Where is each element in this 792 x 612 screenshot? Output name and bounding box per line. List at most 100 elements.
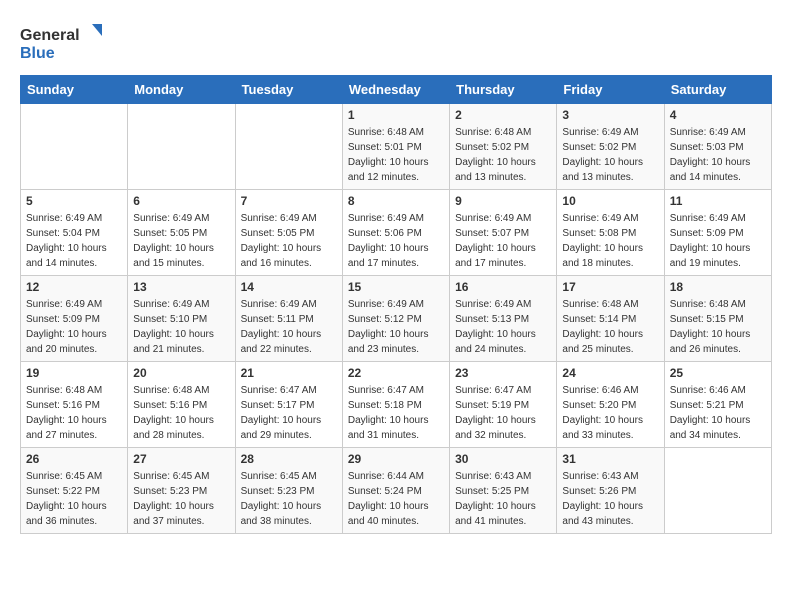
- calendar-cell: 15Sunrise: 6:49 AM Sunset: 5:12 PM Dayli…: [342, 276, 449, 362]
- day-info: Sunrise: 6:49 AM Sunset: 5:10 PM Dayligh…: [133, 297, 229, 357]
- day-info: Sunrise: 6:48 AM Sunset: 5:14 PM Dayligh…: [562, 297, 658, 357]
- calendar-cell: 21 Sunrise: 6:47 AM Sunset: 5:17 PM Dayli…: [235, 362, 342, 448]
- day-number: 8: [348, 194, 444, 208]
- weekday-header: Thursday: [450, 76, 557, 104]
- day-number: 4: [670, 108, 766, 122]
- day-info: Sunrise: 6:49 AM Sunset: 5:02 PM Dayligh…: [562, 125, 658, 185]
- calendar-week-row: 26 Sunrise: 6:45 AM Sunset: 5:22 PM Dayli…: [21, 448, 772, 534]
- calendar-cell: 22 Sunrise: 6:47 AM Sunset: 5:18 PM Dayli…: [342, 362, 449, 448]
- day-info: Sunrise: 6:49 AM Sunset: 5:04 PM Dayligh…: [26, 211, 122, 271]
- day-info: Sunrise: 6:43 AM Sunset: 5:25 PM Dayligh…: [455, 469, 551, 529]
- day-info: Sunrise: 6:49 AM Sunset: 5:09 PM Dayligh…: [26, 297, 122, 357]
- day-number: 29: [348, 452, 444, 466]
- day-number: 23: [455, 366, 551, 380]
- day-number: 9: [455, 194, 551, 208]
- day-number: 31: [562, 452, 658, 466]
- calendar-cell: 13 Sunrise: 6:49 AM Sunset: 5:10 PM Dayli…: [128, 276, 235, 362]
- day-info: Sunrise: 6:49 AM Sunset: 5:05 PM Dayligh…: [241, 211, 337, 271]
- day-number: 24: [562, 366, 658, 380]
- calendar-cell: [128, 104, 235, 190]
- day-info: Sunrise: 6:47 AM Sunset: 5:17 PM Dayligh…: [241, 383, 337, 443]
- calendar-cell: 30 Sunrise: 6:43 AM Sunset: 5:25 PM Dayli…: [450, 448, 557, 534]
- day-number: 11: [670, 194, 766, 208]
- calendar-cell: 17 Sunrise: 6:48 AM Sunset: 5:14 PM Dayli…: [557, 276, 664, 362]
- calendar-cell: 29 Sunrise: 6:44 AM Sunset: 5:24 PM Dayli…: [342, 448, 449, 534]
- weekday-header: Friday: [557, 76, 664, 104]
- calendar-cell: 1 Sunrise: 6:48 AM Sunset: 5:01 PM Daylig…: [342, 104, 449, 190]
- weekday-header-row: SundayMondayTuesdayWednesdayThursdayFrid…: [21, 76, 772, 104]
- day-number: 21: [241, 366, 337, 380]
- calendar-cell: 20Sunrise: 6:48 AM Sunset: 5:16 PM Dayli…: [128, 362, 235, 448]
- day-number: 5: [26, 194, 122, 208]
- day-info: Sunrise: 6:43 AM Sunset: 5:26 PM Dayligh…: [562, 469, 658, 529]
- day-info: Sunrise: 6:48 AM Sunset: 5:02 PM Dayligh…: [455, 125, 551, 185]
- weekday-header: Wednesday: [342, 76, 449, 104]
- calendar-cell: 5 Sunrise: 6:49 AM Sunset: 5:04 PM Daylig…: [21, 190, 128, 276]
- day-number: 14: [241, 280, 337, 294]
- day-info: Sunrise: 6:49 AM Sunset: 5:12 PM Dayligh…: [348, 297, 444, 357]
- day-number: 13: [133, 280, 229, 294]
- day-info: Sunrise: 6:44 AM Sunset: 5:24 PM Dayligh…: [348, 469, 444, 529]
- day-number: 10: [562, 194, 658, 208]
- day-info: Sunrise: 6:49 AM Sunset: 5:08 PM Dayligh…: [562, 211, 658, 271]
- calendar-cell: 23 Sunrise: 6:47 AM Sunset: 5:19 PM Dayli…: [450, 362, 557, 448]
- day-number: 22: [348, 366, 444, 380]
- day-number: 6: [133, 194, 229, 208]
- day-info: Sunrise: 6:49 AM Sunset: 5:09 PM Dayligh…: [670, 211, 766, 271]
- day-info: Sunrise: 6:45 AM Sunset: 5:22 PM Dayligh…: [26, 469, 122, 529]
- page-header: GeneralBlue: [20, 20, 772, 65]
- calendar-cell: 28 Sunrise: 6:45 AM Sunset: 5:23 PM Dayli…: [235, 448, 342, 534]
- day-info: Sunrise: 6:46 AM Sunset: 5:21 PM Dayligh…: [670, 383, 766, 443]
- day-info: Sunrise: 6:48 AM Sunset: 5:16 PM Dayligh…: [26, 383, 122, 443]
- weekday-header: Tuesday: [235, 76, 342, 104]
- day-number: 25: [670, 366, 766, 380]
- day-number: 1: [348, 108, 444, 122]
- day-info: Sunrise: 6:49 AM Sunset: 5:05 PM Dayligh…: [133, 211, 229, 271]
- day-number: 26: [26, 452, 122, 466]
- calendar-cell: 18Sunrise: 6:48 AM Sunset: 5:15 PM Dayli…: [664, 276, 771, 362]
- svg-text:General: General: [20, 27, 80, 44]
- calendar-cell: [235, 104, 342, 190]
- calendar-cell: 24 Sunrise: 6:46 AM Sunset: 5:20 PM Dayli…: [557, 362, 664, 448]
- calendar-cell: 16 Sunrise: 6:49 AM Sunset: 5:13 PM Dayli…: [450, 276, 557, 362]
- day-number: 30: [455, 452, 551, 466]
- calendar-cell: 9 Sunrise: 6:49 AM Sunset: 5:07 PM Daylig…: [450, 190, 557, 276]
- weekday-header: Saturday: [664, 76, 771, 104]
- calendar-cell: 25 Sunrise: 6:46 AM Sunset: 5:21 PM Dayli…: [664, 362, 771, 448]
- day-number: 7: [241, 194, 337, 208]
- day-info: Sunrise: 6:47 AM Sunset: 5:18 PM Dayligh…: [348, 383, 444, 443]
- calendar-week-row: 5 Sunrise: 6:49 AM Sunset: 5:04 PM Daylig…: [21, 190, 772, 276]
- day-info: Sunrise: 6:49 AM Sunset: 5:11 PM Dayligh…: [241, 297, 337, 357]
- calendar-cell: 31 Sunrise: 6:43 AM Sunset: 5:26 PM Dayli…: [557, 448, 664, 534]
- day-info: Sunrise: 6:46 AM Sunset: 5:20 PM Dayligh…: [562, 383, 658, 443]
- day-info: Sunrise: 6:49 AM Sunset: 5:07 PM Dayligh…: [455, 211, 551, 271]
- day-info: Sunrise: 6:45 AM Sunset: 5:23 PM Dayligh…: [133, 469, 229, 529]
- day-info: Sunrise: 6:48 AM Sunset: 5:01 PM Dayligh…: [348, 125, 444, 185]
- calendar-cell: 3 Sunrise: 6:49 AM Sunset: 5:02 PM Daylig…: [557, 104, 664, 190]
- calendar-cell: 12Sunrise: 6:49 AM Sunset: 5:09 PM Dayli…: [21, 276, 128, 362]
- day-info: Sunrise: 6:49 AM Sunset: 5:03 PM Dayligh…: [670, 125, 766, 185]
- calendar-cell: 10 Sunrise: 6:49 AM Sunset: 5:08 PM Dayli…: [557, 190, 664, 276]
- day-info: Sunrise: 6:49 AM Sunset: 5:13 PM Dayligh…: [455, 297, 551, 357]
- day-number: 27: [133, 452, 229, 466]
- calendar-week-row: 1 Sunrise: 6:48 AM Sunset: 5:01 PM Daylig…: [21, 104, 772, 190]
- day-number: 16: [455, 280, 551, 294]
- day-number: 2: [455, 108, 551, 122]
- calendar-cell: 19Sunrise: 6:48 AM Sunset: 5:16 PM Dayli…: [21, 362, 128, 448]
- calendar-cell: 26 Sunrise: 6:45 AM Sunset: 5:22 PM Dayli…: [21, 448, 128, 534]
- day-number: 20: [133, 366, 229, 380]
- day-info: Sunrise: 6:47 AM Sunset: 5:19 PM Dayligh…: [455, 383, 551, 443]
- calendar-cell: 14 Sunrise: 6:49 AM Sunset: 5:11 PM Dayli…: [235, 276, 342, 362]
- svg-text:Blue: Blue: [20, 45, 55, 62]
- logo: GeneralBlue: [20, 20, 110, 65]
- calendar-cell: [664, 448, 771, 534]
- day-info: Sunrise: 6:45 AM Sunset: 5:23 PM Dayligh…: [241, 469, 337, 529]
- calendar-cell: 27 Sunrise: 6:45 AM Sunset: 5:23 PM Dayli…: [128, 448, 235, 534]
- day-number: 3: [562, 108, 658, 122]
- calendar-week-row: 19Sunrise: 6:48 AM Sunset: 5:16 PM Dayli…: [21, 362, 772, 448]
- day-number: 18: [670, 280, 766, 294]
- day-info: Sunrise: 6:49 AM Sunset: 5:06 PM Dayligh…: [348, 211, 444, 271]
- day-number: 17: [562, 280, 658, 294]
- logo-svg: GeneralBlue: [20, 20, 110, 65]
- day-number: 28: [241, 452, 337, 466]
